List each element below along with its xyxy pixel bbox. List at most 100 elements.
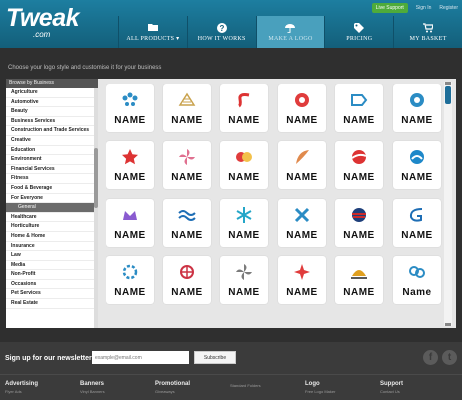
sidebar-item-category[interactable]: Home & Home (6, 232, 98, 242)
sidebar-item-category[interactable]: Healthcare (6, 213, 98, 223)
logo-name-text: NAME (343, 230, 375, 241)
folder-icon (147, 24, 158, 31)
knot-icon (409, 266, 425, 278)
main-nav: ALL PRODUCTS ▾ ? HOW IT WORKS MAKE A LOG… (118, 16, 462, 48)
logo-template-tile[interactable]: NAME (220, 141, 268, 189)
logo-template-tile[interactable]: NAME (106, 84, 154, 132)
sidebar-item-category[interactable]: Business Services (6, 117, 98, 127)
logo-name-text: NAME (401, 230, 433, 241)
swoosh-ball-icon (351, 150, 367, 164)
logo-name-text: NAME (343, 287, 375, 298)
nav-my-basket[interactable]: MY BASKET (393, 16, 462, 48)
tweak-logo[interactable]: Tweak (6, 6, 80, 31)
waves-icon (178, 210, 196, 221)
logo-template-tile[interactable]: NAME (220, 199, 268, 247)
logo-template-tile[interactable]: NAME (278, 199, 326, 247)
footer-column-title: Banners (80, 381, 105, 387)
footer-column: Support Contact Us (380, 381, 403, 394)
newsletter-email-input[interactable] (92, 351, 189, 364)
sidebar-item-category[interactable]: Media (6, 261, 98, 271)
register-link[interactable]: Register (439, 5, 458, 11)
logo-template-tile[interactable]: NAME (393, 84, 441, 132)
logo-template-tile[interactable]: NAME (163, 84, 211, 132)
nav-all-products[interactable]: ALL PRODUCTS ▾ (118, 16, 187, 48)
facebook-icon[interactable]: f (423, 350, 438, 365)
footer-column-title: Advertising (5, 381, 39, 387)
footer-column-title: Support (380, 381, 403, 387)
nav-label: PRICING (346, 36, 373, 42)
star-icon (122, 149, 138, 165)
footer-link[interactable]: Giveaways (155, 389, 190, 394)
sidebar-item-category[interactable]: Creative (6, 136, 98, 146)
sidebar-item-category[interactable]: Insurance (6, 242, 98, 252)
logo-template-tile[interactable]: NAME (278, 141, 326, 189)
sidebar-item-category[interactable]: Environment (6, 155, 98, 165)
logo-template-tile[interactable]: NAME (278, 84, 326, 132)
sidebar-item-category[interactable]: General (6, 203, 98, 213)
crown-icon (123, 211, 137, 220)
grid-scroll-thumb[interactable] (445, 86, 451, 104)
logo-template-tile[interactable]: NAME (106, 141, 154, 189)
footer-link[interactable]: Standard Folders (230, 383, 261, 388)
sidebar-scroll-thumb[interactable] (94, 148, 98, 208)
grid-scrollbar[interactable] (444, 82, 452, 326)
logo-browser-panel: Browse by Business Agriculture Automotive… (6, 79, 456, 328)
footer-column-title: Promotional (155, 381, 191, 387)
ribbon-g-icon (409, 208, 423, 222)
live-support-button[interactable]: Live Support (371, 3, 408, 13)
logo-template-tile[interactable]: NAME (393, 141, 441, 189)
logo-template-tile[interactable]: NAME (278, 256, 326, 304)
logo-template-tile[interactable]: NAME (163, 199, 211, 247)
scroll-up-arrow[interactable] (445, 82, 451, 85)
logo-template-tile[interactable]: NAME (163, 141, 211, 189)
nav-pricing[interactable]: PRICING (324, 16, 393, 48)
footer-link[interactable]: Contact Us (380, 389, 403, 394)
category-list: Agriculture Automotive Beauty Business Serv… (6, 88, 98, 309)
sidebar-item-category[interactable]: Fitness (6, 174, 98, 184)
sidebar-item-category[interactable]: Education (6, 146, 98, 156)
logo-template-tile[interactable]: Name (393, 256, 441, 304)
sign-in-link[interactable]: Sign In (416, 5, 432, 11)
page-instruction: Choose your logo style and customise it … (8, 65, 162, 71)
logo-template-tile[interactable]: NAME (335, 84, 383, 132)
sun-icon (351, 270, 367, 279)
umbrella-icon (285, 24, 296, 33)
sidebar-item-category[interactable]: For Everyone (6, 194, 98, 204)
sidebar-item-category[interactable]: Food & Beverage (6, 184, 98, 194)
logo-name-text: NAME (114, 172, 146, 183)
logo-name-text: NAME (228, 115, 260, 126)
logo-name-text: NAME (228, 230, 260, 241)
sidebar-item-category[interactable]: Construction and Trade Services (6, 126, 98, 136)
sidebar-item-category[interactable]: Real Estate (6, 299, 98, 309)
logo-template-tile[interactable]: NAME (106, 199, 154, 247)
sidebar-item-category[interactable]: Agriculture (6, 88, 98, 98)
sidebar-scrollbar[interactable] (94, 88, 98, 328)
logo-template-tile[interactable]: NAME (335, 256, 383, 304)
nav-make-a-logo[interactable]: MAKE A LOGO (255, 16, 325, 48)
sidebar-item-category[interactable]: Non-Profit (6, 270, 98, 280)
logo-template-tile[interactable]: NAME (220, 84, 268, 132)
main-content: Choose your logo style and customise it … (0, 48, 462, 342)
subscribe-button[interactable]: Subscribe (194, 351, 236, 364)
twitter-icon[interactable]: t (442, 350, 457, 365)
scroll-down-arrow[interactable] (445, 323, 451, 326)
sidebar-item-category[interactable]: Horticulture (6, 222, 98, 232)
logo-template-tile[interactable]: NAME (163, 256, 211, 304)
footer-link[interactable]: Vinyl Banners (80, 389, 105, 394)
sidebar-item-category[interactable]: Financial Services (6, 165, 98, 175)
logo-template-tile[interactable]: NAME (335, 141, 383, 189)
logo-template-tile[interactable]: NAME (393, 199, 441, 247)
nav-how-it-works[interactable]: ? HOW IT WORKS (186, 16, 256, 48)
sidebar-item-category[interactable]: Occasions (6, 280, 98, 290)
sidebar-item-category[interactable]: Pet Services (6, 289, 98, 300)
footer-link[interactable]: Flyer Ads (5, 389, 38, 394)
footer-column-title: Logo (305, 381, 320, 387)
logo-template-tile[interactable]: NAME (220, 256, 268, 304)
s-swirl-icon (238, 93, 250, 108)
footer-link[interactable]: Free Logo Maker (305, 389, 335, 394)
sidebar-item-category[interactable]: Automotive (6, 98, 98, 108)
logo-template-tile[interactable]: NAME (106, 256, 154, 304)
sidebar-item-category[interactable]: Law (6, 251, 98, 261)
sidebar-item-category[interactable]: Beauty (6, 107, 98, 117)
logo-template-tile[interactable]: NAME (335, 199, 383, 247)
